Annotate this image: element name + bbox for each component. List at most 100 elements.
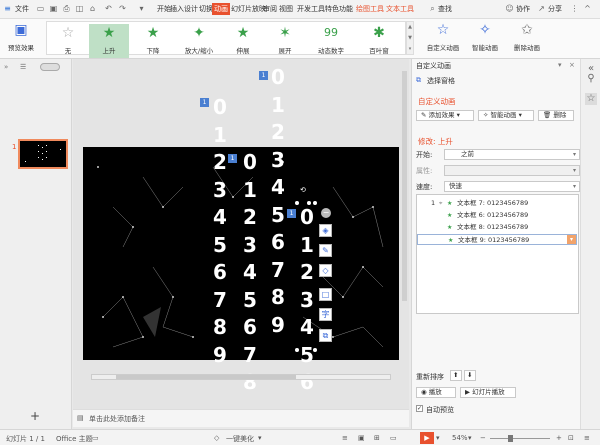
add-effect-button[interactable]: ✎ 添加效果 ▾ (416, 110, 474, 121)
animation-list-item[interactable]: ★ 文本框 8: 0123456789 (417, 222, 577, 233)
resize-handle[interactable] (295, 348, 299, 352)
play-button[interactable]: ◉ 播放 (416, 387, 456, 398)
menu-drawing-tools[interactable]: 绘图工具 (356, 4, 384, 14)
dropdown-icon[interactable]: ▾ (137, 4, 146, 13)
format-painter-icon[interactable]: ⌂ (88, 4, 97, 13)
anim-blinds[interactable]: ✱ 百叶窗 (357, 24, 401, 58)
speed-select[interactable]: 快速 ▾ (444, 181, 580, 192)
smart-animation-button[interactable]: ✧ 智能动画 ▾ (478, 110, 534, 121)
slide-thumbnail[interactable] (18, 139, 68, 169)
search-icon[interactable]: ⌕ (428, 4, 437, 13)
print-icon[interactable]: ⎙ (62, 4, 71, 13)
menu-developer[interactable]: 开发工具 (297, 4, 325, 14)
zoom-slider[interactable] (490, 435, 550, 442)
zoom-out-button[interactable]: − (480, 434, 486, 442)
anim-none[interactable]: ☆ 无 (49, 24, 87, 58)
folder-icon[interactable]: ▭ (36, 4, 45, 13)
animation-list-item-selected[interactable]: ★ 文本框 9: 0123456789 ▾ (417, 234, 577, 245)
layers-icon[interactable]: ◈ (319, 224, 332, 237)
beautify-button[interactable]: 一键美化 (226, 434, 254, 444)
start-select[interactable]: 之前 ▾ (444, 149, 580, 160)
beautify-icon[interactable]: ◇ (214, 434, 219, 442)
menu-home[interactable]: 开始 (157, 4, 171, 14)
move-down-button[interactable]: ⬇ (464, 370, 476, 381)
sorter-view-icon[interactable]: ▣ (358, 434, 365, 442)
resize-handle[interactable] (295, 201, 299, 205)
arrange-icon[interactable]: ⧉ (319, 329, 332, 342)
reading-view-icon[interactable]: ▭ (390, 434, 397, 442)
app-menu-icon[interactable]: ≡ (3, 4, 12, 13)
preview-icon[interactable]: ◫ (75, 4, 84, 13)
select-pane-button[interactable]: 选择窗格 (427, 76, 455, 86)
search-button[interactable]: 查找 (438, 4, 452, 14)
play-slideshow-button[interactable]: ▶ (420, 432, 434, 444)
outline-icon[interactable]: □ (319, 288, 332, 301)
zoom-in-button[interactable]: + (556, 434, 562, 442)
zoom-value[interactable]: 54% (452, 434, 468, 442)
chevron-down-icon[interactable]: ▾ (468, 434, 472, 442)
outline-view-icon[interactable]: ☰ (20, 63, 26, 71)
resize-handle[interactable] (307, 201, 311, 205)
resize-handle[interactable] (313, 348, 317, 352)
fit-window-icon[interactable]: ⊡ (568, 434, 574, 442)
collapse-pane-button[interactable]: » (4, 63, 8, 71)
anim-rise[interactable]: ★ 上升 (89, 24, 129, 58)
move-up-button[interactable]: ⬆ (450, 370, 462, 381)
collab-button[interactable]: 协作 (516, 4, 530, 14)
notes-bar[interactable]: ▤ 单击此处添加备注 (73, 409, 409, 427)
menu-text-tools[interactable]: 文本工具 (386, 4, 414, 14)
rotate-handle[interactable]: ⟲ (300, 186, 306, 194)
delete-animation-button[interactable]: ✩ 删除动画 (508, 21, 546, 55)
grid-view-icon[interactable]: ⊞ (374, 434, 380, 442)
menu-slideshow[interactable]: 幻灯片放映 (231, 4, 266, 14)
anim-zoom[interactable]: ✦ 放大/缩小 (177, 24, 221, 58)
vertical-scrollbar[interactable] (402, 65, 408, 405)
thumbnail-view-icon[interactable] (40, 63, 60, 71)
collapse-icon[interactable]: ^ (583, 4, 592, 13)
star-animation-icon[interactable]: ☆ (585, 93, 597, 105)
menu-transition[interactable]: 切换 (199, 4, 213, 14)
normal-view-icon[interactable]: ≡ (342, 434, 348, 442)
undo-icon[interactable]: ↶ (104, 4, 113, 13)
horizontal-scrollbar[interactable] (91, 374, 391, 380)
resize-handle[interactable] (313, 201, 317, 205)
close-panel-icon[interactable]: × (569, 61, 575, 69)
anim-fall[interactable]: ★ 下降 (133, 24, 173, 58)
anim-expand[interactable]: ✶ 展开 (265, 24, 305, 58)
custom-animation-button[interactable]: ☆ 自定义动画 (424, 21, 462, 55)
menu-view[interactable]: 视图 (279, 4, 293, 14)
zoom-slider-knob[interactable] (508, 435, 513, 442)
animation-list-item[interactable]: ★ 文本框 6: 0123456789 (417, 210, 577, 221)
preview-effect-button[interactable]: ▣ 预览效果 (4, 21, 38, 55)
text-style-icon[interactable]: 字 (319, 308, 332, 321)
share-icon[interactable]: ↗ (537, 4, 546, 13)
slideshow-button[interactable]: ▶ 幻灯片播放 (460, 387, 516, 398)
menu-design[interactable]: 设计 (184, 4, 198, 14)
menu-review[interactable]: 审阅 (263, 4, 277, 14)
share-button[interactable]: 分享 (548, 4, 562, 14)
panel-menu-icon[interactable]: ▾ (558, 61, 562, 69)
gallery-scroll[interactable]: ▲ ▼ ▾ (406, 21, 414, 55)
autopreview-checkbox[interactable]: ✓ (416, 405, 423, 412)
anim-stretch[interactable]: ★ 伸展 (223, 24, 263, 58)
save-icon[interactable]: ▣ (49, 4, 58, 13)
delete-button[interactable]: 🗑 删除 (538, 110, 574, 121)
menu-file[interactable]: 文件 (15, 4, 29, 14)
menu-animation[interactable]: 动画 (212, 3, 230, 15)
chevron-down-icon[interactable]: ▾ (436, 434, 440, 442)
anim-dynamic-number[interactable]: 99 动态数字 (309, 24, 353, 58)
fill-icon[interactable]: ◇ (319, 264, 332, 277)
menu-insert[interactable]: 插入 (170, 4, 184, 14)
smart-animation-button[interactable]: ✧ 智能动画 (468, 21, 502, 55)
menu-features[interactable]: 特色功能 (325, 4, 353, 14)
collab-icon[interactable]: ☺ (505, 4, 514, 13)
notes-placeholder[interactable]: 单击此处添加备注 (89, 414, 145, 424)
menu-icon[interactable]: ≡ (584, 434, 590, 442)
redo-icon[interactable]: ↷ (118, 4, 127, 13)
properties-icon[interactable]: ⚲ (585, 73, 597, 85)
chevron-down-icon[interactable]: ▾ (258, 434, 262, 442)
more-icon[interactable]: ⋮ (570, 4, 579, 13)
collapse-toolbar-button[interactable]: − (321, 208, 331, 218)
item-dropdown-button[interactable]: ▾ (567, 235, 576, 244)
pen-icon[interactable]: ✎ (319, 244, 332, 257)
